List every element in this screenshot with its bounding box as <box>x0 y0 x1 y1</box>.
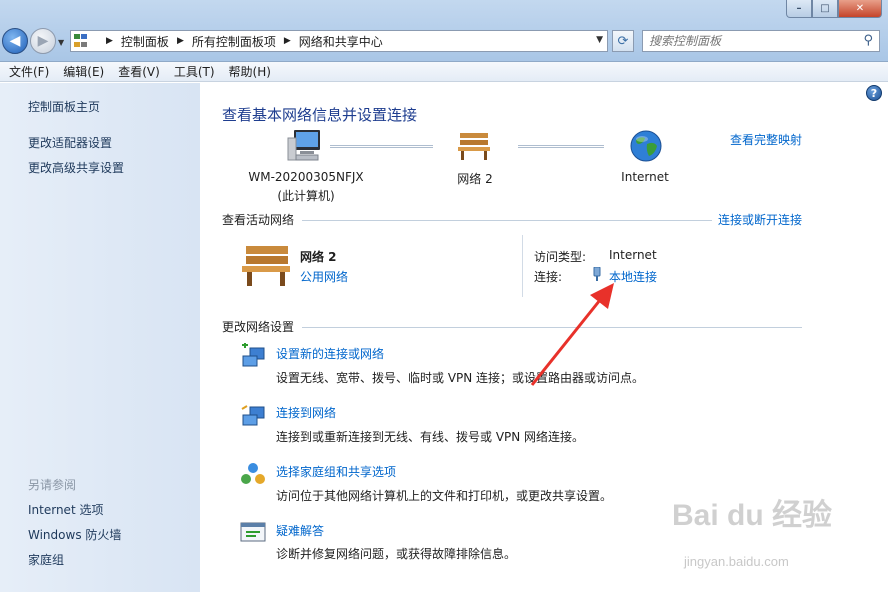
menu-file[interactable]: 文件(F) <box>2 63 56 80</box>
refresh-icon[interactable]: ⟳ <box>612 30 634 52</box>
task-description: 访问位于其他网络计算机上的文件和打印机，或更改共享设置。 <box>276 489 613 503</box>
search-box[interactable]: ⚲ <box>642 30 880 52</box>
breadcrumb-separator-icon[interactable]: ▶ <box>284 36 291 46</box>
internet-label: Internet <box>621 170 669 184</box>
menu-help[interactable]: 帮助(H) <box>222 63 278 80</box>
ethernet-connector-icon <box>593 267 601 281</box>
breadcrumb: ▶ 控制面板 ▶ 所有控制面板项 ▶ 网络和共享中心 <box>98 33 383 50</box>
connect-to-network-link[interactable]: 连接到网络 <box>276 404 336 421</box>
connect-disconnect-link[interactable]: 连接或断开连接 <box>718 211 802 228</box>
baidu-watermark: Bai du 经验 <box>672 499 833 532</box>
active-networks-header: 查看活动网络 <box>222 213 295 227</box>
menu-view[interactable]: 查看(V) <box>111 63 167 80</box>
recent-pages-dropdown-icon[interactable]: ▼ <box>58 38 64 47</box>
breadcrumb-separator-icon[interactable]: ▶ <box>177 36 184 46</box>
back-arrow-icon[interactable]: ◀ <box>2 28 28 54</box>
close-button[interactable]: ✕ <box>838 0 882 18</box>
change-settings-header: 更改网络设置 <box>222 320 295 334</box>
breadcrumb-item[interactable]: 所有控制面板项 <box>192 33 276 50</box>
task-description: 诊断并修复网络问题，或获得故障排除信息。 <box>276 547 517 561</box>
annotation-arrow-icon <box>530 283 614 386</box>
bench-icon[interactable] <box>457 131 491 161</box>
title-address-bar: – □ ✕ ◀ ▶ ▼ ▶ 控制面板 ▶ 所有控制面板项 ▶ 网络和共享中心 ▼… <box>0 0 888 62</box>
sidebar-item-advanced-sharing[interactable]: 更改高级共享设置 <box>28 159 124 176</box>
homegroup-icon <box>241 463 265 484</box>
maximize-button[interactable]: □ <box>812 0 838 18</box>
task-pane: 控制面板主页 更改适配器设置 更改高级共享设置 另请参阅 Internet 选项… <box>0 83 200 592</box>
section-divider <box>302 220 712 221</box>
computer-name: WM-20200305NFJX <box>248 170 364 184</box>
connection-line <box>518 145 604 148</box>
search-icon[interactable]: ⚲ <box>863 33 873 48</box>
setup-new-connection-link[interactable]: 设置新的连接或网络 <box>276 345 384 362</box>
network-name-label: 网络 2 <box>457 172 493 186</box>
address-dropdown-icon[interactable]: ▼ <box>596 35 603 45</box>
connection-line <box>330 145 433 148</box>
sidebar-item-control-panel-home[interactable]: 控制面板主页 <box>28 98 100 115</box>
sidebar-item-internet-options[interactable]: Internet 选项 <box>28 501 103 518</box>
access-type-value: Internet <box>609 248 657 262</box>
computer-subtitle: (此计算机) <box>277 189 335 203</box>
menu-tools[interactable]: 工具(T) <box>167 63 222 80</box>
active-network-name: 网络 2 <box>300 250 337 264</box>
connect-network-icon <box>241 405 265 426</box>
homegroup-sharing-link[interactable]: 选择家庭组和共享选项 <box>276 463 396 480</box>
see-also-header: 另请参阅 <box>28 478 77 492</box>
bench-icon <box>242 246 290 286</box>
globe-icon[interactable] <box>630 130 662 162</box>
menu-edit[interactable]: 编辑(E) <box>56 63 111 80</box>
sidebar-item-homegroup[interactable]: 家庭组 <box>28 551 64 568</box>
breadcrumb-item[interactable]: 网络和共享中心 <box>299 33 383 50</box>
task-description: 连接到或重新连接到无线、有线、拨号或 VPN 网络连接。 <box>276 430 585 444</box>
forward-arrow-icon[interactable]: ▶ <box>30 28 56 54</box>
address-bar[interactable]: ▶ 控制面板 ▶ 所有控制面板项 ▶ 网络和共享中心 ▼ <box>70 30 608 52</box>
sidebar-item-windows-firewall[interactable]: Windows 防火墙 <box>28 526 121 543</box>
new-connection-icon <box>242 343 265 367</box>
troubleshoot-link[interactable]: 疑难解答 <box>276 522 324 539</box>
network-type-link[interactable]: 公用网络 <box>300 268 348 285</box>
sidebar-item-adapter-settings[interactable]: 更改适配器设置 <box>28 134 112 151</box>
computer-icon[interactable] <box>286 128 322 162</box>
window-controls: – □ ✕ <box>786 0 882 18</box>
troubleshoot-icon <box>240 522 266 542</box>
menu-bar: 文件(F) 编辑(E) 查看(V) 工具(T) 帮助(H) <box>0 62 888 82</box>
control-panel-icon <box>74 34 92 48</box>
minimize-button[interactable]: – <box>786 0 812 18</box>
breadcrumb-item[interactable]: 控制面板 <box>121 33 169 50</box>
access-type-label: 访问类型: <box>534 250 587 264</box>
view-full-map-link[interactable]: 查看完整映射 <box>730 131 802 148</box>
help-icon[interactable]: ? <box>866 85 882 101</box>
breadcrumb-separator-icon[interactable]: ▶ <box>106 36 113 46</box>
search-input[interactable] <box>643 31 843 51</box>
baidu-watermark-url: jingyan.baidu.com <box>684 554 789 569</box>
page-title: 查看基本网络信息并设置连接 <box>222 106 418 124</box>
